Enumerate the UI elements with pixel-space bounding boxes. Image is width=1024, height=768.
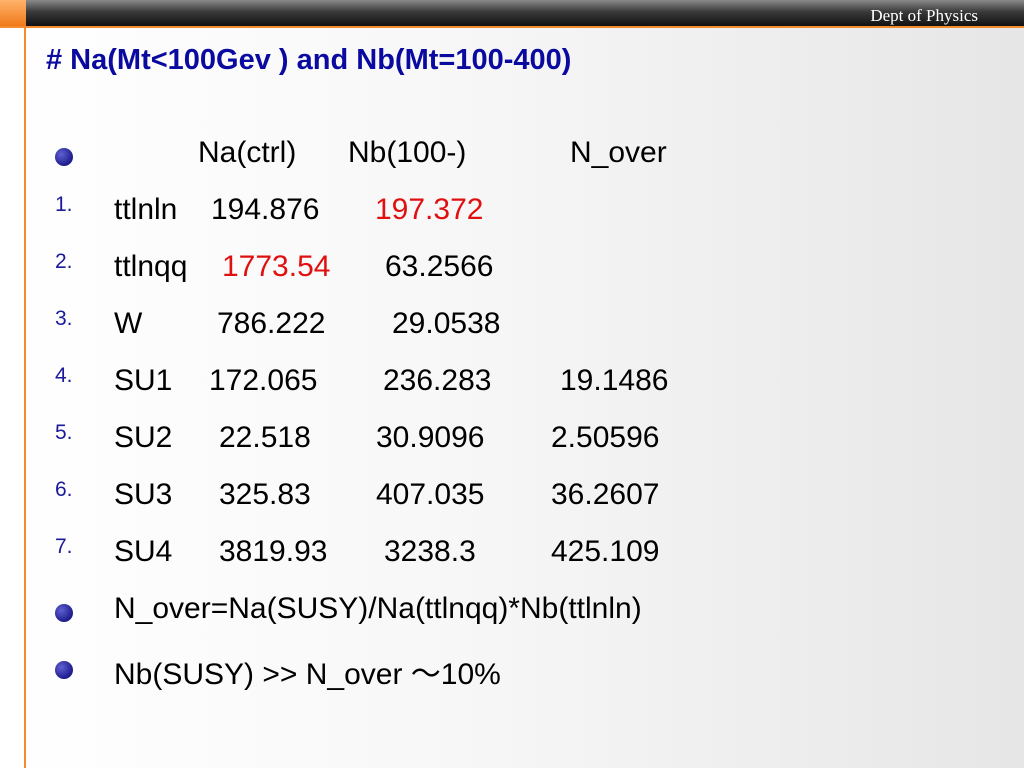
row-nb: 29.0538	[392, 307, 501, 340]
header-n-over: N_over	[570, 136, 667, 169]
row-nover: 36.2607	[551, 478, 660, 511]
table-row: 4. SU1 172.065 236.283 19.1486	[0, 354, 1024, 411]
bullet-icon	[55, 604, 73, 622]
row-number: 1.	[55, 193, 73, 216]
row-na: 1773.54	[222, 250, 331, 283]
row-number: 6.	[55, 478, 73, 501]
row-name: SU2	[114, 421, 173, 454]
table-header-row: Na(ctrl) Nb(100-) N_over	[0, 126, 1024, 183]
slide-title: # Na(Mt<100Gev ) and Nb(Mt=100-400)	[46, 44, 572, 76]
row-nb: 63.2566	[385, 250, 494, 283]
row-number: 2.	[55, 250, 73, 273]
table-row: 7. SU4 3819.93 3238.3 425.109	[0, 525, 1024, 582]
table-row: 3. W 786.222 29.0538	[0, 297, 1024, 354]
row-name: SU3	[114, 478, 173, 511]
row-nb: 30.9096	[376, 421, 485, 454]
table-row: 6. SU3 325.83 407.035 36.2607	[0, 468, 1024, 525]
header-accent	[0, 0, 26, 26]
dept-label: Dept of Physics	[870, 6, 978, 25]
row-na: 3819.93	[219, 535, 328, 568]
row-na: 22.518	[219, 421, 311, 454]
row-name: W	[114, 307, 143, 340]
row-number: 4.	[55, 364, 73, 387]
row-na: 172.065	[209, 364, 318, 397]
row-na: 325.83	[219, 478, 311, 511]
header-divider	[0, 26, 1024, 28]
header-nb: Nb(100-)	[348, 136, 467, 169]
slide-body: Na(ctrl) Nb(100-) N_over 1. ttlnln 194.8…	[0, 126, 1024, 696]
row-nover: 2.50596	[551, 421, 660, 454]
row-na: 194.876	[211, 193, 320, 226]
row-nover: 425.109	[551, 535, 660, 568]
row-nb: 236.283	[383, 364, 492, 397]
row-number: 7.	[55, 535, 73, 558]
row-name: SU4	[114, 535, 173, 568]
note-conclusion: Nb(SUSY) >> N_over ～10%	[114, 658, 501, 691]
row-name: SU1	[114, 364, 173, 397]
row-nb: 197.372	[375, 193, 484, 226]
row-nover: 19.1486	[560, 364, 669, 397]
note-formula: N_over=Na(SUSY)/Na(ttlnqq)*Nb(ttlnln)	[114, 592, 642, 625]
row-name: ttlnln	[114, 193, 178, 226]
row-nb: 407.035	[376, 478, 485, 511]
bullet-icon	[55, 148, 73, 166]
row-nb: 3238.3	[384, 535, 476, 568]
row-number: 3.	[55, 307, 73, 330]
bullet-icon	[55, 661, 73, 679]
row-number: 5.	[55, 421, 73, 444]
table-row: 1. ttlnln 194.876 197.372	[0, 183, 1024, 240]
note-item: N_over=Na(SUSY)/Na(ttlnqq)*Nb(ttlnln)	[0, 582, 1024, 639]
table-row: 2. ttlnqq 1773.54 63.2566	[0, 240, 1024, 297]
header-na-ctrl: Na(ctrl)	[198, 136, 297, 169]
table-row: 5. SU2 22.518 30.9096 2.50596	[0, 411, 1024, 468]
row-name: ttlnqq	[114, 250, 188, 283]
note-item: Nb(SUSY) >> N_over ～10%	[0, 639, 1024, 696]
row-na: 786.222	[217, 307, 326, 340]
